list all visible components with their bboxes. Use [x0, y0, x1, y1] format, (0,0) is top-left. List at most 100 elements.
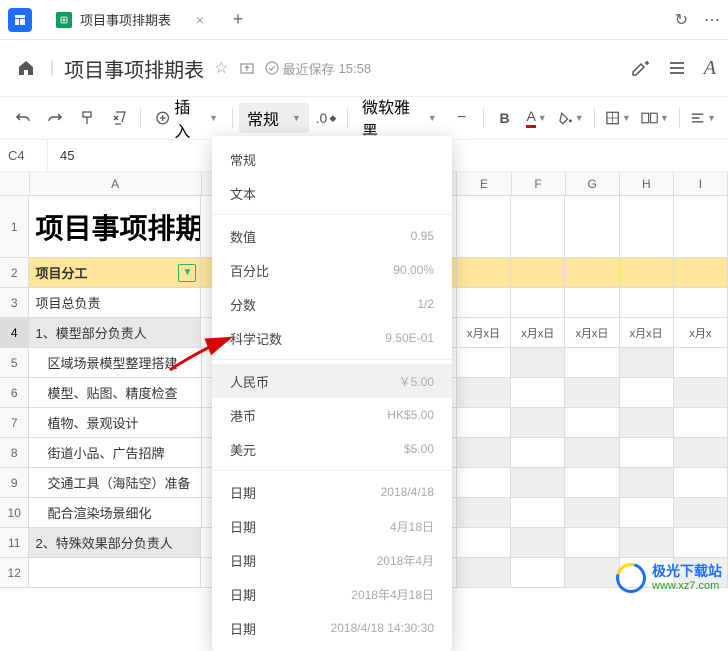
cell[interactable]: 项目总负责	[29, 288, 201, 317]
cell[interactable]	[674, 288, 728, 317]
cell[interactable]	[457, 348, 511, 377]
cell[interactable]	[565, 288, 619, 317]
text-format-icon[interactable]: A	[704, 57, 716, 80]
cell[interactable]	[620, 438, 674, 467]
row-header[interactable]: 3	[0, 288, 29, 317]
cell[interactable]: 配合渲染场景细化	[29, 498, 201, 527]
row-header[interactable]: 5	[0, 348, 29, 377]
format-menu-item[interactable]: 日期2018/4/18 14:30:30	[212, 611, 452, 645]
refresh-icon[interactable]: ↻	[675, 10, 688, 30]
row-header[interactable]: 12	[0, 558, 29, 587]
cell[interactable]	[511, 468, 565, 497]
document-tab[interactable]: 项目事项排期表 ×	[40, 2, 220, 38]
cell[interactable]: x月x日	[620, 318, 674, 347]
cell[interactable]: 1、模型部分负责人	[29, 318, 201, 347]
cell[interactable]	[457, 528, 511, 557]
column-header[interactable]: I	[674, 172, 728, 195]
cell[interactable]: 模型、贴图、精度检查	[29, 378, 201, 407]
cell[interactable]: 项目分工▼	[29, 258, 201, 287]
column-header[interactable]: H	[620, 172, 674, 195]
cell[interactable]	[29, 558, 201, 587]
column-header[interactable]: G	[566, 172, 620, 195]
column-header[interactable]: E	[457, 172, 511, 195]
cell[interactable]	[674, 196, 728, 257]
align-button[interactable]: ▼	[686, 103, 720, 133]
cell[interactable]	[565, 438, 619, 467]
cell[interactable]	[620, 348, 674, 377]
number-format-dropdown[interactable]: 常规 ▼	[239, 103, 309, 133]
cell[interactable]	[674, 498, 728, 527]
cell[interactable]	[511, 348, 565, 377]
home-icon[interactable]	[12, 54, 40, 82]
cell-value[interactable]: 45	[48, 148, 74, 163]
cell[interactable]	[565, 528, 619, 557]
cell[interactable]	[620, 528, 674, 557]
cell[interactable]	[511, 408, 565, 437]
cell[interactable]	[511, 438, 565, 467]
cell[interactable]	[565, 558, 619, 587]
cell[interactable]	[620, 196, 674, 257]
undo-button[interactable]	[8, 103, 38, 133]
column-header[interactable]: F	[512, 172, 566, 195]
format-menu-item[interactable]: 科学记数9.50E-01	[212, 321, 452, 355]
cell[interactable]	[457, 438, 511, 467]
fill-color-button[interactable]: ▼	[554, 103, 588, 133]
cell[interactable]	[620, 498, 674, 527]
cell[interactable]: 2、特殊效果部分负责人	[29, 528, 201, 557]
redo-button[interactable]	[40, 103, 70, 133]
format-menu-item[interactable]: 日期2018/4/18	[212, 475, 452, 509]
cell[interactable]: x月x日	[511, 318, 565, 347]
format-menu-item[interactable]: 数值0.95	[212, 219, 452, 253]
cell[interactable]	[620, 468, 674, 497]
cell[interactable]	[674, 438, 728, 467]
cell[interactable]	[620, 258, 674, 287]
font-dropdown[interactable]: 微软雅黑 ▼	[354, 103, 445, 133]
cell[interactable]	[674, 528, 728, 557]
cell[interactable]	[511, 558, 565, 587]
format-menu-item[interactable]: 港币HK$5.00	[212, 398, 452, 432]
row-header[interactable]: 9	[0, 468, 29, 497]
tab-close-button[interactable]: ×	[196, 12, 204, 28]
cell[interactable]	[457, 408, 511, 437]
format-menu-item[interactable]: 美元$5.00	[212, 432, 452, 466]
cell[interactable]	[457, 288, 511, 317]
cell[interactable]	[565, 348, 619, 377]
more-icon[interactable]: ⋯	[704, 10, 720, 30]
cell[interactable]	[511, 196, 565, 257]
row-header[interactable]: 2	[0, 258, 29, 287]
decimal-button[interactable]: .0◆	[311, 103, 341, 133]
cell[interactable]	[674, 408, 728, 437]
cell[interactable]	[565, 378, 619, 407]
cell[interactable]: 区域场景模型整理搭建	[29, 348, 201, 377]
bold-button[interactable]: B	[490, 103, 520, 133]
cell[interactable]	[511, 288, 565, 317]
cell[interactable]	[457, 196, 511, 257]
format-menu-item[interactable]: 百分比90.00%	[212, 253, 452, 287]
cell[interactable]: 交通工具（海陆空）准备	[29, 468, 201, 497]
column-header[interactable]: A	[30, 172, 202, 195]
row-header[interactable]: 4	[0, 318, 29, 347]
cell[interactable]	[457, 558, 511, 587]
clear-format-button[interactable]	[104, 103, 134, 133]
row-header[interactable]: 7	[0, 408, 29, 437]
document-title[interactable]: 项目事项排期表	[64, 54, 204, 83]
format-menu-item[interactable]: 人民币￥5.00	[212, 364, 452, 398]
cell[interactable]	[620, 288, 674, 317]
filter-icon[interactable]: ▼	[178, 264, 196, 282]
cell[interactable]	[565, 258, 619, 287]
cell[interactable]	[620, 378, 674, 407]
cell[interactable]	[457, 258, 511, 287]
cell[interactable]	[620, 408, 674, 437]
move-icon[interactable]	[239, 60, 255, 76]
merge-button[interactable]: ▼	[637, 103, 673, 133]
new-tab-button[interactable]: +	[224, 6, 252, 34]
cell-name-box[interactable]: C4	[0, 140, 48, 171]
row-header[interactable]: 8	[0, 438, 29, 467]
cell[interactable]	[457, 468, 511, 497]
format-painter-button[interactable]	[72, 103, 102, 133]
cell[interactable]	[457, 378, 511, 407]
format-menu-item[interactable]: 分数1/2	[212, 287, 452, 321]
cell[interactable]	[674, 348, 728, 377]
font-color-button[interactable]: A ▼	[522, 103, 552, 133]
format-menu-item[interactable]: 日期2018年4月18日	[212, 577, 452, 611]
